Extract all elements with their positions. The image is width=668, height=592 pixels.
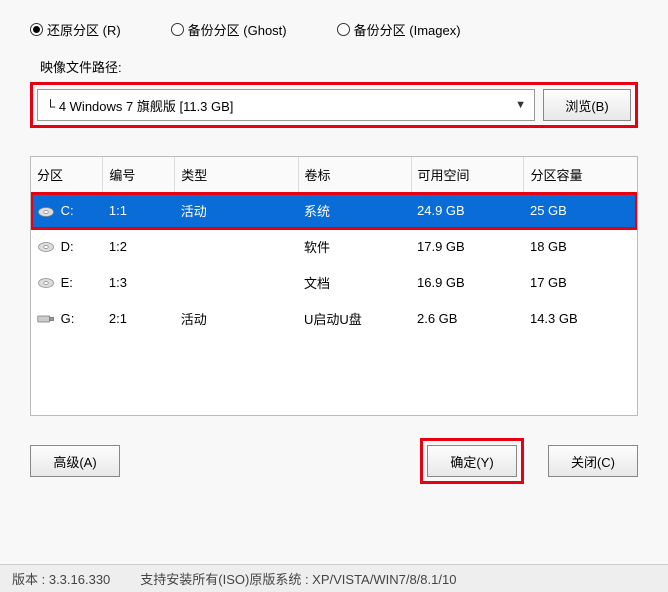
header-free[interactable]: 可用空间 (411, 157, 524, 193)
cell-number: 1:2 (103, 229, 175, 265)
cell-free: 16.9 GB (411, 265, 524, 301)
header-type[interactable]: 类型 (175, 157, 298, 193)
advanced-button[interactable]: 高级(A) (30, 445, 120, 477)
cell-partition: D: (31, 229, 103, 265)
image-path-select[interactable]: └ 4 Windows 7 旗舰版 [11.3 GB] ▼ (37, 89, 535, 121)
cell-free: 17.9 GB (411, 229, 524, 265)
cell-label: 文档 (298, 265, 411, 301)
cell-capacity: 25 GB (524, 193, 637, 229)
close-button[interactable]: 关闭(C) (548, 445, 638, 477)
table-row[interactable]: G:2:1活动U启动U盘2.6 GB14.3 GB (31, 301, 637, 337)
mode-radio-group: 还原分区 (R) 备份分区 (Ghost) 备份分区 (Imagex) (30, 20, 638, 39)
header-capacity[interactable]: 分区容量 (524, 157, 637, 193)
browse-button[interactable]: 浏览(B) (543, 89, 631, 121)
radio-restore[interactable]: 还原分区 (R) (30, 20, 121, 39)
table-row[interactable]: C:1:1活动系统24.9 GB25 GB (31, 193, 637, 229)
cell-type: 活动 (175, 301, 298, 337)
table-row[interactable]: E:1:3 文档16.9 GB17 GB (31, 265, 637, 301)
radio-icon (30, 23, 43, 36)
image-path-value: └ 4 Windows 7 旗舰版 [11.3 GB] (46, 96, 233, 115)
cell-number: 1:1 (103, 193, 175, 229)
cell-partition: C: (31, 193, 103, 229)
version-text: 版本 : 3.3.16.330 (12, 569, 110, 588)
cell-number: 2:1 (103, 301, 175, 337)
cell-label: 软件 (298, 229, 411, 265)
cell-label: 系统 (298, 193, 411, 229)
cell-type (175, 265, 298, 301)
cell-capacity: 14.3 GB (524, 301, 637, 337)
radio-imagex-label: 备份分区 (Imagex) (354, 20, 461, 39)
image-path-row: └ 4 Windows 7 旗舰版 [11.3 GB] ▼ 浏览(B) (30, 82, 638, 128)
radio-icon (337, 23, 350, 36)
button-row: 高级(A) 确定(Y) 关闭(C) (30, 438, 638, 484)
partition-table: 分区 编号 类型 卷标 可用空间 分区容量 C:1:1活动系统24.9 GB25… (31, 157, 637, 337)
radio-backup-ghost[interactable]: 备份分区 (Ghost) (171, 20, 287, 39)
header-number[interactable]: 编号 (103, 157, 175, 193)
table-header-row: 分区 编号 类型 卷标 可用空间 分区容量 (31, 157, 637, 193)
cell-free: 2.6 GB (411, 301, 524, 337)
cell-type (175, 229, 298, 265)
partition-table-wrap: 分区 编号 类型 卷标 可用空间 分区容量 C:1:1活动系统24.9 GB25… (30, 156, 638, 416)
ok-button[interactable]: 确定(Y) (427, 445, 517, 477)
chevron-down-icon: ▼ (515, 99, 526, 111)
table-row[interactable]: D:1:2 软件17.9 GB18 GB (31, 229, 637, 265)
content-area: 还原分区 (R) 备份分区 (Ghost) 备份分区 (Imagex) 映像文件… (0, 0, 668, 484)
radio-icon (171, 23, 184, 36)
cell-partition: G: (31, 301, 103, 337)
right-button-group: 确定(Y) 关闭(C) (420, 438, 638, 484)
cell-label: U启动U盘 (298, 301, 411, 337)
radio-backup-imagex[interactable]: 备份分区 (Imagex) (337, 20, 461, 39)
ok-highlight: 确定(Y) (420, 438, 524, 484)
cell-number: 1:3 (103, 265, 175, 301)
cell-capacity: 17 GB (524, 265, 637, 301)
cell-partition: E: (31, 265, 103, 301)
status-bar: 版本 : 3.3.16.330 支持安装所有(ISO)原版系统 : XP/VIS… (0, 564, 668, 592)
radio-ghost-label: 备份分区 (Ghost) (188, 20, 287, 39)
dialog-window: 还原分区 (R) 备份分区 (Ghost) 备份分区 (Imagex) 映像文件… (0, 0, 668, 592)
header-partition[interactable]: 分区 (31, 157, 103, 193)
radio-restore-label: 还原分区 (R) (47, 20, 121, 39)
cell-free: 24.9 GB (411, 193, 524, 229)
header-label[interactable]: 卷标 (298, 157, 411, 193)
support-text: 支持安装所有(ISO)原版系统 : XP/VISTA/WIN7/8/8.1/10 (140, 569, 456, 588)
image-path-label: 映像文件路径: (40, 57, 638, 76)
cell-capacity: 18 GB (524, 229, 637, 265)
cell-type: 活动 (175, 193, 298, 229)
